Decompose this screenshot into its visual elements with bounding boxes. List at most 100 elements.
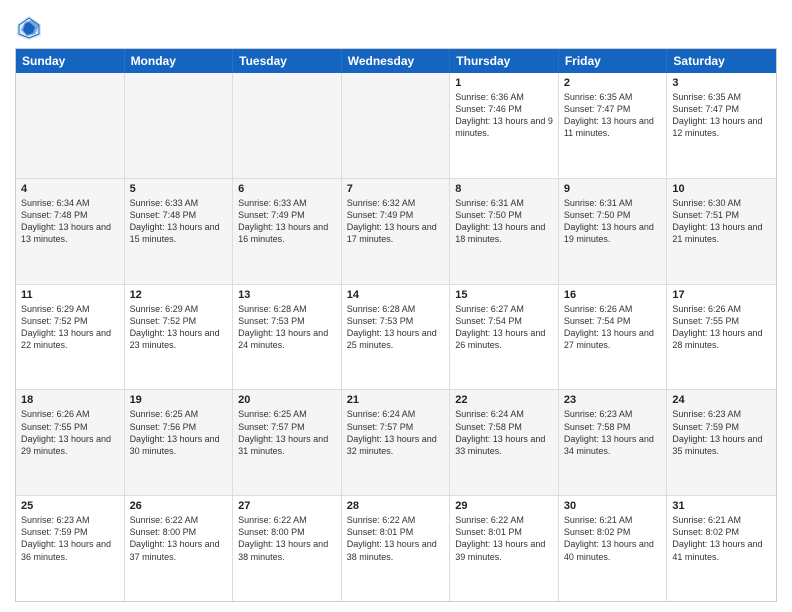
day-number: 5 [130, 183, 228, 195]
calendar-row: 4 Sunrise: 6:34 AM Sunset: 7:48 PM Daylig… [16, 179, 776, 285]
cell-daylight-info: Sunrise: 6:26 AM Sunset: 7:54 PM Dayligh… [564, 303, 662, 352]
cell-daylight-info: Sunrise: 6:33 AM Sunset: 7:48 PM Dayligh… [130, 197, 228, 246]
day-number: 19 [130, 394, 228, 406]
day-number: 18 [21, 394, 119, 406]
calendar-cell: 14Sunrise: 6:28 AM Sunset: 7:53 PM Dayli… [342, 285, 451, 390]
weekday-header: Tuesday [233, 49, 342, 73]
calendar-cell: 31Sunrise: 6:21 AM Sunset: 8:02 PM Dayli… [667, 496, 776, 601]
day-number: 6 [238, 183, 336, 195]
calendar-cell: 13 Sunrise: 6:28 AM Sunset: 7:53 PM Dayli… [233, 285, 342, 390]
weekday-header: Thursday [450, 49, 559, 73]
cell-daylight-info: Sunrise: 6:29 AM Sunset: 7:52 PM Dayligh… [21, 303, 119, 352]
day-number: 24 [672, 394, 771, 406]
day-number: 20 [238, 394, 336, 406]
cell-daylight-info: Sunrise: 6:28 AM Sunset: 7:53 PM Dayligh… [238, 303, 336, 352]
calendar: SundayMondayTuesdayWednesdayThursdayFrid… [15, 48, 777, 602]
day-number: 4 [21, 183, 119, 195]
day-number: 30 [564, 500, 662, 512]
weekday-header: Wednesday [342, 49, 451, 73]
cell-daylight-info: Sunrise: 6:26 AM Sunset: 7:55 PM Dayligh… [672, 303, 771, 352]
calendar-cell: 19 Sunrise: 6:25 AM Sunset: 7:56 PM Dayli… [125, 390, 234, 495]
calendar-cell: 28 Sunrise: 6:22 AM Sunset: 8:01 PM Dayli… [342, 496, 451, 601]
cell-daylight-info: Sunrise: 6:29 AM Sunset: 7:52 PM Dayligh… [130, 303, 228, 352]
cell-daylight-info: Sunrise: 6:28 AM Sunset: 7:53 PM Dayligh… [347, 303, 445, 352]
calendar-cell: 4 Sunrise: 6:34 AM Sunset: 7:48 PM Daylig… [16, 179, 125, 284]
cell-daylight-info: Sunrise: 6:21 AM Sunset: 8:02 PM Dayligh… [564, 514, 662, 563]
day-number: 29 [455, 500, 553, 512]
calendar-cell: 25 Sunrise: 6:23 AM Sunset: 7:59 PM Dayli… [16, 496, 125, 601]
calendar-cell: 29 Sunrise: 6:22 AM Sunset: 8:01 PM Dayli… [450, 496, 559, 601]
day-number: 25 [21, 500, 119, 512]
day-number: 12 [130, 289, 228, 301]
day-number: 8 [455, 183, 553, 195]
day-number: 15 [455, 289, 553, 301]
cell-daylight-info: Sunrise: 6:27 AM Sunset: 7:54 PM Dayligh… [455, 303, 553, 352]
weekday-header: Friday [559, 49, 668, 73]
calendar-row: 11 Sunrise: 6:29 AM Sunset: 7:52 PM Dayli… [16, 285, 776, 391]
cell-daylight-info: Sunrise: 6:31 AM Sunset: 7:50 PM Dayligh… [455, 197, 553, 246]
day-number: 7 [347, 183, 445, 195]
calendar-cell: 8 Sunrise: 6:31 AM Sunset: 7:50 PM Daylig… [450, 179, 559, 284]
day-number: 28 [347, 500, 445, 512]
header [15, 10, 777, 42]
calendar-cell: 24Sunrise: 6:23 AM Sunset: 7:59 PM Dayli… [667, 390, 776, 495]
day-number: 21 [347, 394, 445, 406]
cell-daylight-info: Sunrise: 6:34 AM Sunset: 7:48 PM Dayligh… [21, 197, 119, 246]
cell-daylight-info: Sunrise: 6:33 AM Sunset: 7:49 PM Dayligh… [238, 197, 336, 246]
calendar-cell: 15 Sunrise: 6:27 AM Sunset: 7:54 PM Dayli… [450, 285, 559, 390]
cell-daylight-info: Sunrise: 6:23 AM Sunset: 7:59 PM Dayligh… [21, 514, 119, 563]
day-number: 3 [672, 77, 771, 89]
cell-daylight-info: Sunrise: 6:22 AM Sunset: 8:01 PM Dayligh… [455, 514, 553, 563]
calendar-cell: 17 Sunrise: 6:26 AM Sunset: 7:55 PM Dayli… [667, 285, 776, 390]
calendar-cell: 11 Sunrise: 6:29 AM Sunset: 7:52 PM Dayli… [16, 285, 125, 390]
calendar-cell: 1 Sunrise: 6:36 AM Sunset: 7:46 PM Daylig… [450, 73, 559, 178]
cell-daylight-info: Sunrise: 6:23 AM Sunset: 7:58 PM Dayligh… [564, 408, 662, 457]
cell-daylight-info: Sunrise: 6:25 AM Sunset: 7:56 PM Dayligh… [130, 408, 228, 457]
calendar-cell: 10 Sunrise: 6:30 AM Sunset: 7:51 PM Dayli… [667, 179, 776, 284]
cell-daylight-info: Sunrise: 6:30 AM Sunset: 7:51 PM Dayligh… [672, 197, 771, 246]
calendar-cell: 2 Sunrise: 6:35 AM Sunset: 7:47 PM Daylig… [559, 73, 668, 178]
calendar-row: 18 Sunrise: 6:26 AM Sunset: 7:55 PM Dayli… [16, 390, 776, 496]
cell-daylight-info: Sunrise: 6:35 AM Sunset: 7:47 PM Dayligh… [564, 91, 662, 140]
day-number: 10 [672, 183, 771, 195]
day-number: 27 [238, 500, 336, 512]
calendar-cell: 9Sunrise: 6:31 AM Sunset: 7:50 PM Daylig… [559, 179, 668, 284]
cell-daylight-info: Sunrise: 6:32 AM Sunset: 7:49 PM Dayligh… [347, 197, 445, 246]
day-number: 16 [564, 289, 662, 301]
day-number: 1 [455, 77, 553, 89]
day-number: 31 [672, 500, 771, 512]
calendar-cell [233, 73, 342, 178]
calendar-cell: 7 Sunrise: 6:32 AM Sunset: 7:49 PM Daylig… [342, 179, 451, 284]
day-number: 2 [564, 77, 662, 89]
calendar-header-row: SundayMondayTuesdayWednesdayThursdayFrid… [16, 49, 776, 73]
cell-daylight-info: Sunrise: 6:22 AM Sunset: 8:00 PM Dayligh… [130, 514, 228, 563]
weekday-header: Saturday [667, 49, 776, 73]
cell-daylight-info: Sunrise: 6:36 AM Sunset: 7:46 PM Dayligh… [455, 91, 553, 140]
weekday-header: Monday [125, 49, 234, 73]
cell-daylight-info: Sunrise: 6:26 AM Sunset: 7:55 PM Dayligh… [21, 408, 119, 457]
cell-daylight-info: Sunrise: 6:24 AM Sunset: 7:57 PM Dayligh… [347, 408, 445, 457]
day-number: 22 [455, 394, 553, 406]
cell-daylight-info: Sunrise: 6:22 AM Sunset: 8:01 PM Dayligh… [347, 514, 445, 563]
day-number: 13 [238, 289, 336, 301]
calendar-row: 1 Sunrise: 6:36 AM Sunset: 7:46 PM Daylig… [16, 73, 776, 179]
calendar-body: 1 Sunrise: 6:36 AM Sunset: 7:46 PM Daylig… [16, 73, 776, 601]
day-number: 17 [672, 289, 771, 301]
day-number: 11 [21, 289, 119, 301]
logo [15, 14, 45, 42]
cell-daylight-info: Sunrise: 6:35 AM Sunset: 7:47 PM Dayligh… [672, 91, 771, 140]
calendar-cell: 3 Sunrise: 6:35 AM Sunset: 7:47 PM Daylig… [667, 73, 776, 178]
day-number: 26 [130, 500, 228, 512]
calendar-cell [125, 73, 234, 178]
cell-daylight-info: Sunrise: 6:25 AM Sunset: 7:57 PM Dayligh… [238, 408, 336, 457]
calendar-cell: 21 Sunrise: 6:24 AM Sunset: 7:57 PM Dayli… [342, 390, 451, 495]
calendar-cell: 6 Sunrise: 6:33 AM Sunset: 7:49 PM Daylig… [233, 179, 342, 284]
calendar-cell: 16 Sunrise: 6:26 AM Sunset: 7:54 PM Dayli… [559, 285, 668, 390]
calendar-cell: 12 Sunrise: 6:29 AM Sunset: 7:52 PM Dayli… [125, 285, 234, 390]
day-number: 9 [564, 183, 662, 195]
calendar-cell: 22 Sunrise: 6:24 AM Sunset: 7:58 PM Dayli… [450, 390, 559, 495]
logo-icon [15, 14, 43, 42]
calendar-cell: 18 Sunrise: 6:26 AM Sunset: 7:55 PM Dayli… [16, 390, 125, 495]
cell-daylight-info: Sunrise: 6:24 AM Sunset: 7:58 PM Dayligh… [455, 408, 553, 457]
calendar-cell: 26 Sunrise: 6:22 AM Sunset: 8:00 PM Dayli… [125, 496, 234, 601]
